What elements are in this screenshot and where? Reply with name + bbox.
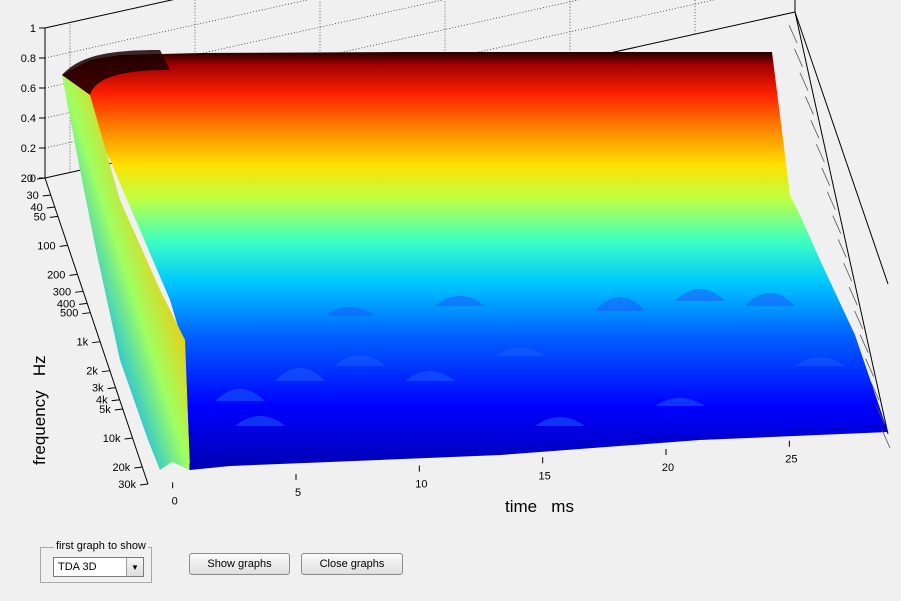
y-tick: [82, 312, 91, 315]
graph-select-value: TDA 3D: [58, 561, 97, 573]
x-axis-title: time ms: [505, 497, 574, 516]
y-tick: [139, 483, 149, 486]
y-tick: [79, 302, 88, 305]
slice-edge: [826, 191, 836, 210]
waterfall-plot: 0510152025203040501002003004005001k2k3k4…: [21, 0, 891, 516]
x-tick-label: 25: [785, 454, 797, 466]
slice-edge: [837, 239, 847, 258]
slice-edge: [788, 24, 798, 44]
show-graphs-button[interactable]: Show graphs: [189, 553, 290, 575]
waterfall-surface: [62, 24, 891, 470]
box-edge: [44, 0, 174, 29]
z-tick-label: 1: [30, 23, 36, 35]
y-tick: [75, 290, 84, 293]
chevron-down-icon[interactable]: ▼: [126, 558, 143, 576]
z-tick-label: 0.4: [21, 113, 36, 125]
slice-edge: [881, 429, 891, 449]
y-tick: [111, 399, 120, 402]
grid-line: [44, 0, 173, 29]
y-tick-label: 30: [26, 190, 38, 202]
y-tick-label: 1k: [76, 337, 88, 349]
grid-line: [44, 0, 309, 59]
x-tick-label: 5: [295, 487, 301, 499]
y-tick: [46, 206, 55, 209]
y-tick: [49, 215, 58, 218]
slice-edge: [799, 72, 809, 91]
y-tick-label: 5k: [99, 404, 111, 416]
y-tick: [124, 437, 133, 440]
y-tick-label: 2k: [86, 366, 98, 378]
z-tick-label: 0: [30, 173, 36, 185]
y-tick: [101, 370, 110, 373]
y-tick: [92, 341, 101, 344]
slice-edge: [821, 167, 831, 187]
z-tick-label: 0.8: [21, 53, 36, 65]
graph-select[interactable]: TDA 3D ▼: [53, 557, 144, 577]
y-tick-label: 20k: [113, 462, 131, 474]
y-tick-label: 300: [53, 286, 71, 298]
close-graphs-button[interactable]: Close graphs: [301, 553, 403, 575]
x-tick-label: 10: [415, 479, 427, 491]
y-axis-title: frequency Hz: [30, 355, 49, 465]
slice-edge: [805, 96, 814, 115]
y-tick-label: 30k: [118, 479, 136, 491]
y-tick-label: 10k: [103, 433, 121, 445]
y-tick: [42, 194, 51, 197]
y-tick: [59, 244, 68, 247]
y-tick: [69, 273, 78, 276]
slice-edge: [810, 120, 820, 139]
first-graph-group-label: first graph to show: [54, 540, 148, 552]
y-tick-label: 200: [47, 269, 65, 281]
x-tick-label: 0: [172, 495, 178, 507]
y-tick-label: 100: [37, 240, 55, 252]
x-tick-label: 15: [539, 470, 551, 482]
y-tick: [114, 408, 123, 411]
y-tick-label: 500: [60, 308, 78, 320]
x-tick-label: 20: [662, 462, 674, 474]
z-tick-label: 0.6: [21, 83, 36, 95]
y-tick: [134, 466, 143, 469]
y-tick-label: 50: [34, 211, 46, 223]
z-tick-label: 0.2: [21, 143, 36, 155]
slice-edge: [832, 215, 842, 234]
slice-edge: [815, 143, 825, 163]
y-tick: [107, 387, 116, 390]
y-tick-label: 3k: [92, 383, 104, 395]
slice-edge: [794, 48, 803, 67]
